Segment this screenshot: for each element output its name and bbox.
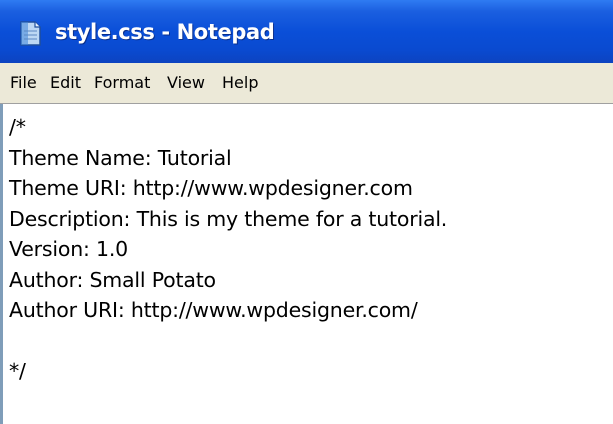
menu-bar: File Edit Format View Help bbox=[0, 63, 613, 104]
menu-edit[interactable]: Edit bbox=[50, 63, 81, 103]
window-title: style.css - Notepad bbox=[55, 20, 275, 44]
notepad-window: style.css - Notepad File Edit Format Vie… bbox=[0, 0, 613, 424]
menu-help[interactable]: Help bbox=[222, 63, 258, 103]
menu-format[interactable]: Format bbox=[94, 63, 150, 103]
title-bar[interactable]: style.css - Notepad bbox=[0, 0, 613, 63]
menu-file[interactable]: File bbox=[10, 63, 37, 103]
editor-content[interactable]: /* Theme Name: Tutorial Theme URI: http:… bbox=[9, 112, 613, 424]
notepad-icon[interactable] bbox=[17, 19, 43, 47]
text-editor[interactable]: /* Theme Name: Tutorial Theme URI: http:… bbox=[0, 104, 613, 424]
menu-view[interactable]: View bbox=[167, 63, 205, 103]
